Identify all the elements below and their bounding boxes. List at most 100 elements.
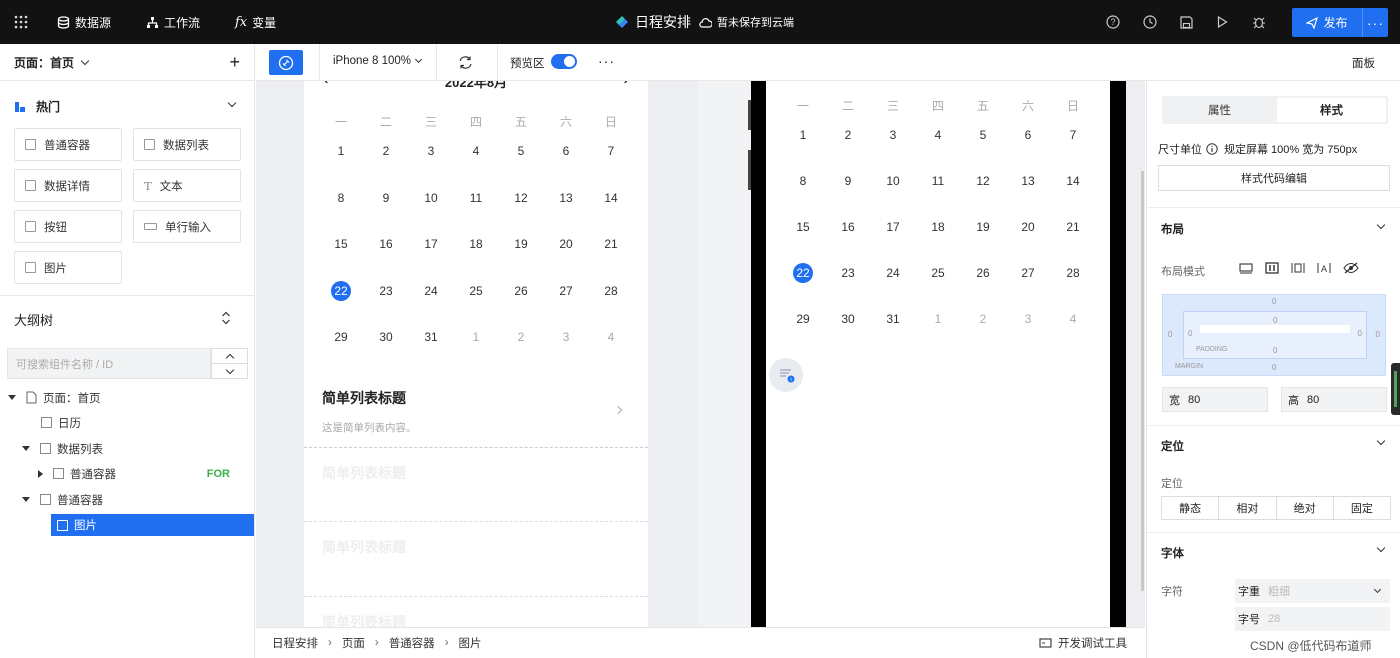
calendar-day[interactable]: 26 [968, 266, 998, 280]
component-container[interactable]: 普通容器 [14, 128, 122, 161]
calendar-day[interactable]: 14 [1058, 174, 1088, 188]
tree-item-image-selected[interactable]: 图片 [51, 514, 254, 536]
style-code-button[interactable]: 样式代码编辑 [1158, 165, 1390, 191]
layout-inline-block-icon[interactable] [1265, 262, 1279, 274]
calendar-day[interactable]: 29 [788, 312, 818, 326]
calendar-day[interactable]: 3 [878, 128, 908, 142]
calendar-day[interactable]: 31 [878, 312, 908, 326]
calendar-day[interactable]: 12 [968, 174, 998, 188]
calendar-day[interactable]: 8 [788, 174, 818, 188]
component-image[interactable]: 图片 [14, 251, 122, 284]
calendar-day[interactable]: 21 [1058, 220, 1088, 234]
publish-button[interactable]: 发布 [1292, 14, 1362, 31]
font-collapse-icon[interactable] [1376, 543, 1386, 553]
history-icon[interactable] [1143, 0, 1162, 44]
layout-flex-icon[interactable] [1291, 262, 1305, 274]
variables-button[interactable]: fx 变量 [235, 0, 276, 44]
prev-month-icon[interactable]: ‹ [324, 81, 328, 90]
stepper-down[interactable] [212, 364, 247, 378]
apps-grid-icon[interactable] [14, 0, 33, 44]
caret-down-icon[interactable] [22, 446, 30, 451]
position-relative[interactable]: 相对 [1219, 497, 1277, 519]
calendar-day[interactable]: 14 [596, 191, 626, 205]
font-size-input[interactable]: 字号 28 [1235, 607, 1390, 631]
calendar-day[interactable]: 1 [326, 144, 356, 158]
tree-item-container-for[interactable]: 普通容器 FOR [0, 461, 254, 486]
floating-comment-button[interactable]: i [769, 358, 803, 392]
calendar-day[interactable]: 11 [461, 191, 491, 205]
caret-right-icon[interactable] [38, 469, 43, 478]
component-button[interactable]: 按钮 [14, 210, 122, 243]
layout-hidden-eye-icon[interactable] [1343, 262, 1359, 274]
width-field[interactable]: 宽 80 [1162, 387, 1268, 412]
calendar-day[interactable]: 26 [506, 284, 536, 298]
expand-collapse-icon[interactable] [221, 311, 231, 325]
calendar-day[interactable]: 19 [506, 237, 536, 251]
hot-section-header[interactable]: 热门 [14, 98, 60, 115]
datasource-button[interactable]: 数据源 [57, 0, 111, 44]
side-dock-handle[interactable] [1391, 363, 1400, 415]
scrollbar[interactable] [1141, 171, 1144, 591]
calendar-day[interactable]: 27 [551, 284, 581, 298]
calendar-day[interactable]: 25 [923, 266, 953, 280]
box-model-editor[interactable]: 0 0 0 0 PADDING 0 0 0 0 MARGIN [1162, 294, 1386, 376]
calendar-day[interactable]: 2 [371, 144, 401, 158]
publish-more-button[interactable]: ··· [1362, 8, 1388, 37]
outline-search-input[interactable]: 可搜索组件名称 / ID [7, 348, 211, 379]
calendar-day[interactable]: 4 [596, 330, 626, 344]
calendar-day[interactable]: 24 [878, 266, 908, 280]
calendar-day[interactable]: 12 [506, 191, 536, 205]
calendar-day[interactable]: 29 [326, 330, 356, 344]
caret-down-icon[interactable] [8, 395, 16, 400]
calendar-day[interactable]: 9 [833, 174, 863, 188]
calendar-day[interactable]: 1 [788, 128, 818, 142]
calendar-day[interactable]: 3 [1013, 312, 1043, 326]
calendar-day[interactable]: 28 [1058, 266, 1088, 280]
collapse-hot-icon[interactable] [227, 98, 237, 108]
calendar-day[interactable]: 21 [596, 237, 626, 251]
margin-bottom[interactable]: 0 [1272, 363, 1276, 372]
selected-day[interactable]: 22 [793, 263, 813, 283]
next-month-icon[interactable]: › [624, 81, 628, 90]
calendar-day[interactable]: 13 [551, 191, 581, 205]
component-data-detail[interactable]: 数据详情 [14, 169, 122, 202]
calendar-day[interactable]: 6 [1013, 128, 1043, 142]
padding-left[interactable]: 0 [1188, 329, 1192, 338]
calendar-day[interactable]: 30 [833, 312, 863, 326]
run-icon[interactable] [1217, 0, 1233, 44]
calendar-day[interactable]: 3 [416, 144, 446, 158]
component-input[interactable]: 单行输入 [133, 210, 241, 243]
tree-item-data-list[interactable]: 数据列表 [0, 436, 254, 461]
calendar-day[interactable]: 22 [326, 280, 356, 301]
calendar-day[interactable]: 10 [878, 174, 908, 188]
calendar-day[interactable]: 15 [326, 237, 356, 251]
info-icon[interactable] [1206, 143, 1218, 155]
calendar-day[interactable]: 7 [596, 144, 626, 158]
dev-tools-button[interactable]: 开发调试工具 [1039, 635, 1127, 651]
calendar-day[interactable]: 24 [416, 284, 446, 298]
calendar-day[interactable]: 2 [968, 312, 998, 326]
position-static[interactable]: 静态 [1162, 497, 1220, 519]
margin-right[interactable]: 0 [1376, 330, 1380, 339]
preview-toggle[interactable] [551, 54, 577, 69]
font-weight-select[interactable]: 字重 粗细 [1235, 579, 1390, 603]
help-icon[interactable]: ? [1106, 0, 1125, 44]
calendar-day[interactable]: 3 [551, 330, 581, 344]
calendar-day[interactable]: 30 [371, 330, 401, 344]
calendar-preview[interactable]: ‹ 2022年8月 › 一二三四五六日123456789101112131415… [304, 81, 648, 627]
calendar-day[interactable]: 8 [326, 191, 356, 205]
padding-top[interactable]: 0 [1273, 316, 1277, 325]
breadcrumb-item[interactable]: 图片 [459, 635, 482, 651]
calendar-day[interactable]: 6 [551, 144, 581, 158]
breadcrumb-item[interactable]: 页面 [342, 635, 365, 651]
tab-properties[interactable]: 属性 [1164, 98, 1275, 122]
layout-collapse-icon[interactable] [1376, 220, 1386, 230]
calendar-day[interactable]: 7 [1058, 128, 1088, 142]
calendar-day[interactable]: 17 [416, 237, 446, 251]
calendar-day[interactable]: 20 [551, 237, 581, 251]
calendar-day[interactable]: 23 [371, 284, 401, 298]
page-selector[interactable]: 页面：首页 [14, 54, 74, 71]
breadcrumb-item[interactable]: 普通容器 [389, 635, 435, 651]
calendar-day[interactable]: 16 [833, 220, 863, 234]
layout-block-icon[interactable] [1239, 262, 1253, 274]
